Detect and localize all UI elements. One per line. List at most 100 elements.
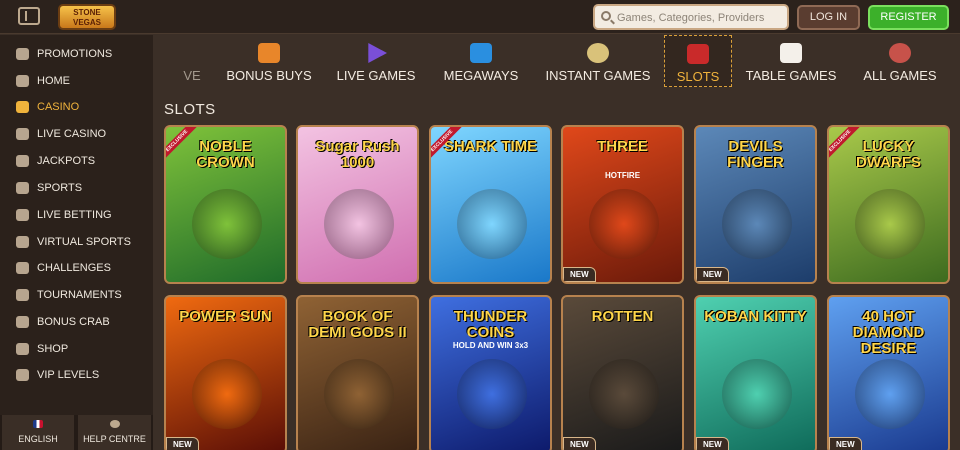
category-tab-live-games[interactable]: LIVE GAMES xyxy=(333,35,419,87)
slot-machine-icon xyxy=(16,101,29,113)
live-icon xyxy=(16,209,29,221)
sidebar-item-vip-levels[interactable]: VIP LEVELS xyxy=(0,362,153,388)
ball-icon xyxy=(16,182,29,194)
play-triangle-icon xyxy=(368,43,387,63)
help-icon xyxy=(109,420,120,428)
sidebar-item-label: TOURNAMENTS xyxy=(37,289,122,301)
sidebar-toggle-icon[interactable] xyxy=(18,7,40,25)
game-title: ROTTEN xyxy=(591,308,654,325)
game-tile[interactable]: LUCKY DWARFS EXCLUSIVE xyxy=(827,125,950,284)
register-button[interactable]: REGISTER xyxy=(868,5,949,30)
category-label: INSTANT GAMES xyxy=(545,68,651,83)
sidebar-item-sports[interactable]: SPORTS xyxy=(0,175,153,201)
game-tile[interactable]: 40 HOT DIAMOND DESIRE NEW xyxy=(827,295,950,450)
game-tile[interactable]: BOOK OF DEMI GODS II xyxy=(296,295,419,450)
help-label: HELP CENTRE xyxy=(83,434,146,444)
category-tab-megaways[interactable]: MEGAWAYS xyxy=(439,35,523,87)
game-tile[interactable]: POWER SUN NEW xyxy=(164,295,287,450)
gift-icon xyxy=(16,48,29,60)
megaways-m-icon xyxy=(470,43,492,63)
game-title: POWER SUN xyxy=(179,308,272,325)
meat-icon xyxy=(889,43,911,63)
sidebar-item-virtual-sports[interactable]: VIRTUAL SPORTS xyxy=(0,229,153,255)
crab-icon xyxy=(16,316,29,328)
sidebar-item-label: HOME xyxy=(37,75,70,87)
sidebar-item-live-betting[interactable]: LIVE BETTING xyxy=(0,202,153,228)
joystick-icon xyxy=(587,43,609,63)
game-tile[interactable]: DEVILS FINGER NEW xyxy=(694,125,817,284)
sidebar-item-label: VIP LEVELS xyxy=(37,369,100,381)
crown-icon xyxy=(16,369,29,381)
main-content: VE BONUS BUYS LIVE GAMES MEGAWAYS INSTAN… xyxy=(153,35,960,450)
cards-icon xyxy=(780,43,802,63)
new-badge: NEW xyxy=(563,267,596,282)
sidebar-item-label: JACKPOTS xyxy=(37,155,96,167)
search-input[interactable] xyxy=(617,9,785,27)
game-artwork xyxy=(457,359,527,429)
category-tab-partial[interactable]: VE xyxy=(181,35,203,87)
chip-icon xyxy=(16,128,29,140)
sidebar-item-label: SPORTS xyxy=(37,182,83,194)
category-tab-slots[interactable]: SLOTS xyxy=(664,35,732,87)
category-tab-all-games[interactable]: ALL GAMES xyxy=(859,35,941,87)
sidebar: PROMOTIONS HOME CASINO LIVE CASINO JACKP… xyxy=(0,35,153,450)
category-label: TABLE GAMES xyxy=(745,68,837,83)
game-title: LUCKY DWARFS xyxy=(856,138,921,171)
sidebar-item-label: LIVE CASINO xyxy=(37,128,107,140)
category-label: ALL GAMES xyxy=(863,68,937,83)
section-title: SLOTS xyxy=(164,101,216,118)
game-tile[interactable]: ROTTEN NEW xyxy=(561,295,684,450)
sidebar-item-home[interactable]: HOME xyxy=(0,68,153,94)
target-icon xyxy=(16,262,29,274)
game-title: THREE xyxy=(597,138,648,155)
basket-icon xyxy=(16,343,29,355)
sidebar-item-tournaments[interactable]: TOURNAMENTS xyxy=(0,282,153,308)
game-title: Sugar Rush 1000 xyxy=(315,138,400,171)
category-tab-instant-games[interactable]: INSTANT GAMES xyxy=(541,35,655,87)
new-badge: NEW xyxy=(829,437,862,450)
game-subtitle: HOTFIRE xyxy=(604,171,641,180)
game-title: KOBAN KITTY xyxy=(704,308,807,325)
game-tile[interactable]: KOBAN KITTY NEW xyxy=(694,295,817,450)
jackpot-icon xyxy=(16,155,29,167)
category-label: VE xyxy=(183,68,201,83)
sidebar-item-live-casino[interactable]: LIVE CASINO xyxy=(0,121,153,147)
game-artwork xyxy=(855,359,925,429)
category-label: LIVE GAMES xyxy=(336,68,416,83)
game-tile[interactable]: THREE HOTFIRE NEW xyxy=(561,125,684,284)
sidebar-item-label: PROMOTIONS xyxy=(37,48,113,60)
monitor-icon xyxy=(16,236,29,248)
top-bar: STONE VEGAS LOG IN REGISTER xyxy=(0,0,960,34)
sidebar-item-promotions[interactable]: PROMOTIONS xyxy=(0,41,153,67)
search-box[interactable] xyxy=(593,4,789,30)
sidebar-item-bonus-crab[interactable]: BONUS CRAB xyxy=(0,309,153,335)
sidebar-item-casino[interactable]: CASINO xyxy=(0,94,153,120)
sidebar-item-shop[interactable]: SHOP xyxy=(0,336,153,362)
home-icon xyxy=(16,75,29,87)
game-tile[interactable]: Sugar Rush 1000 xyxy=(296,125,419,284)
search-icon xyxy=(601,11,611,21)
new-badge: NEW xyxy=(696,437,729,450)
language-label: ENGLISH xyxy=(18,434,58,444)
category-label: MEGAWAYS xyxy=(443,68,519,83)
game-tile[interactable]: THUNDER COINS HOLD AND WIN 3x3 xyxy=(429,295,552,450)
category-tab-table-games[interactable]: TABLE GAMES xyxy=(743,35,839,87)
language-button[interactable]: ENGLISH xyxy=(2,415,74,450)
game-artwork xyxy=(324,189,394,259)
new-badge: NEW xyxy=(563,437,596,450)
game-artwork xyxy=(192,359,262,429)
sidebar-item-challenges[interactable]: CHALLENGES xyxy=(0,255,153,281)
game-tile[interactable]: NOBLE CROWN EXCLUSIVE xyxy=(164,125,287,284)
category-tab-bonus-buys[interactable]: BONUS BUYS xyxy=(223,35,315,87)
game-artwork xyxy=(589,359,659,429)
login-button[interactable]: LOG IN xyxy=(797,5,860,30)
trophy-icon xyxy=(16,289,29,301)
sidebar-item-jackpots[interactable]: JACKPOTS xyxy=(0,148,153,174)
category-label: SLOTS xyxy=(676,69,720,84)
game-artwork xyxy=(722,189,792,259)
site-logo[interactable]: STONE VEGAS xyxy=(58,4,116,30)
game-title: NOBLE CROWN xyxy=(196,138,255,171)
game-tile[interactable]: SHARK TIME EXCLUSIVE xyxy=(429,125,552,284)
help-centre-button[interactable]: HELP CENTRE xyxy=(78,415,151,450)
game-title: BOOK OF DEMI GODS II xyxy=(308,308,407,341)
